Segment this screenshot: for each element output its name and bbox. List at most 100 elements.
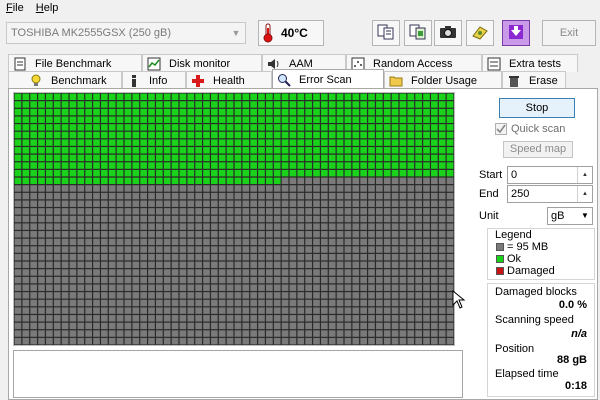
block-ok (203, 162, 210, 169)
tab-benchmark[interactable]: Benchmark (8, 71, 122, 89)
block-pending (171, 223, 179, 230)
menu-file[interactable]: File (0, 0, 30, 16)
block-pending (171, 276, 179, 284)
block-ok (218, 162, 226, 169)
tab-extra-tests[interactable]: Extra tests (482, 54, 578, 72)
tab-info[interactable]: Info (122, 71, 186, 89)
tab-erase[interactable]: Erase (502, 71, 566, 89)
block-ok (124, 124, 132, 131)
quick-scan-checkbox[interactable]: Quick scan (495, 123, 565, 135)
start-spinner[interactable]: 0 ▲▼ (507, 166, 593, 194)
menu-help[interactable]: Help (30, 0, 65, 16)
block-pending (313, 261, 320, 269)
block-pending (258, 315, 265, 322)
chevron-down-icon: ▼ (581, 211, 589, 220)
block-pending (297, 246, 305, 253)
block-pending (140, 208, 147, 215)
block-ok (242, 131, 250, 139)
mouse-cursor-icon (452, 290, 466, 309)
block-pending (226, 307, 234, 314)
block-ok (266, 139, 273, 146)
block-ok (179, 177, 187, 185)
tab-file-benchmark[interactable]: File Benchmark (8, 54, 142, 72)
block-ok (407, 116, 415, 123)
block-pending (321, 200, 328, 207)
block-pending (30, 337, 37, 345)
block-ok (171, 169, 179, 177)
block-ok (38, 116, 45, 123)
spinner-arrows-icon[interactable]: ▲▼ (577, 167, 592, 194)
tab-folder-usage[interactable]: Folder Usage (384, 71, 502, 89)
block-pending (258, 223, 265, 230)
block-pending (156, 307, 163, 314)
block-pending (46, 315, 53, 322)
block-pending (336, 284, 344, 291)
block-ok (250, 177, 257, 185)
end-spinner[interactable]: 250 ▲▼ (507, 185, 593, 213)
block-pending (336, 292, 344, 299)
block-ok (376, 147, 383, 154)
tab-health[interactable]: Health (186, 71, 272, 89)
block-pending (344, 261, 352, 269)
legend: Legend = 95 MB Ok Damaged (487, 228, 595, 280)
block-pending (195, 269, 202, 276)
block-pending (258, 200, 265, 207)
block-pending (108, 276, 116, 284)
block-ok (218, 169, 226, 177)
block-pending (187, 299, 195, 307)
block-pending (140, 185, 147, 192)
screenshot-button[interactable] (434, 20, 462, 46)
block-ok (69, 108, 77, 116)
legend-swatch-grey (496, 243, 504, 251)
scan-log[interactable] (13, 350, 463, 398)
block-ok (132, 139, 140, 146)
block-ok (266, 131, 273, 139)
block-ok (14, 101, 22, 108)
speed-map-button[interactable]: Speed map (503, 141, 573, 158)
block-pending (360, 223, 367, 230)
block-pending (124, 208, 132, 215)
drive-select[interactable]: TOSHIBA MK2555GSX (250 gB) ▼ (6, 22, 246, 44)
block-pending (376, 200, 383, 207)
block-ok (69, 101, 77, 108)
block-pending (203, 337, 210, 345)
download-button[interactable] (502, 20, 530, 46)
tab-disk-monitor[interactable]: Disk monitor (142, 54, 262, 72)
block-pending (179, 238, 187, 246)
copy-text-button[interactable] (372, 20, 400, 46)
block-pending (226, 276, 234, 284)
block-ok (321, 162, 328, 169)
block-pending (407, 200, 415, 207)
exit-button[interactable]: Exit (542, 20, 596, 46)
block-ok (69, 177, 77, 185)
save-button[interactable] (466, 20, 494, 46)
block-pending (305, 215, 312, 223)
block-ok (391, 124, 399, 131)
block-pending (242, 192, 250, 200)
tab-error-scan[interactable]: Error Scan (272, 69, 384, 90)
block-pending (383, 208, 391, 215)
block-pending (179, 330, 187, 337)
block-ok (211, 177, 218, 185)
block-ok (297, 108, 305, 116)
block-ok (376, 108, 383, 116)
block-pending (69, 284, 77, 291)
legend-item-damaged: Damaged (496, 265, 555, 277)
block-ok (399, 147, 407, 154)
block-ok (22, 147, 30, 154)
block-pending (376, 253, 383, 261)
block-pending (218, 231, 226, 238)
copy-info-button[interactable] (404, 20, 432, 46)
unit-select[interactable]: gB ▼ (547, 207, 593, 225)
block-ok (415, 169, 422, 177)
block-pending (258, 330, 265, 337)
block-pending (61, 253, 69, 261)
block-pending (171, 299, 179, 307)
tab-label: Erase (529, 74, 558, 87)
spinner-arrows-icon[interactable]: ▲▼ (577, 186, 592, 213)
block-pending (250, 269, 257, 276)
stop-button[interactable]: Stop (499, 98, 575, 118)
block-pending (195, 185, 202, 192)
block-pending (22, 231, 30, 238)
block-ok (321, 147, 328, 154)
